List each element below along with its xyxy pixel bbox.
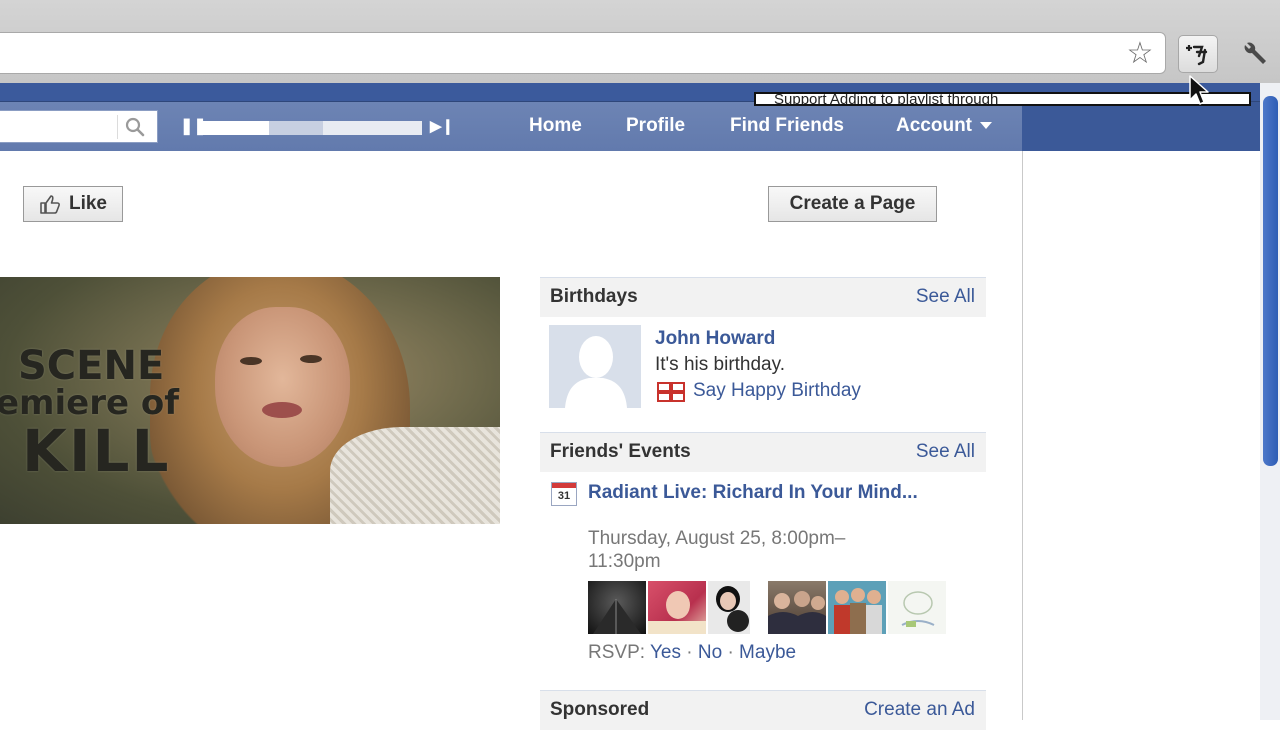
browser-toolbar: ☆ [0, 0, 1280, 84]
event-attendee-photo[interactable] [648, 581, 706, 634]
avatar[interactable] [549, 325, 641, 408]
rsvp-separator: · [686, 642, 693, 663]
scrollbar-thumb[interactable] [1263, 96, 1278, 466]
events-header: Friends' Events See All [540, 432, 986, 472]
nav-home[interactable]: Home [529, 113, 582, 139]
rsvp-label: RSVP: [588, 642, 646, 663]
thumbs-up-icon [40, 195, 60, 214]
default-avatar-silhouette-icon [549, 325, 641, 408]
video-mouth [262, 402, 302, 418]
progress-fill [202, 121, 269, 135]
event-attendee-photo[interactable] [828, 581, 886, 634]
pause-icon[interactable]: ❚❚ [180, 119, 207, 135]
search-input[interactable] [0, 110, 158, 143]
video-overlay-line-3: KILL [22, 417, 171, 485]
video-eye-left [240, 357, 262, 365]
event-title-link[interactable]: Radiant Live: Richard In Your Mind... [588, 481, 918, 504]
wrench-icon[interactable] [1234, 36, 1274, 72]
event-attendee-photo[interactable] [888, 581, 946, 634]
add-to-playlist-extension-icon[interactable] [1178, 35, 1218, 73]
search-divider [117, 115, 118, 139]
like-label: Like [68, 193, 108, 214]
event-attendee-photo[interactable] [708, 581, 750, 634]
create-an-ad-link[interactable]: Create an Ad [864, 699, 975, 721]
event-time: Thursday, August 25, 8:00pm–11:30pm [588, 528, 846, 572]
progress-remaining [268, 121, 323, 135]
rsvp-no-link[interactable]: No [698, 642, 722, 663]
playback-progress-bar[interactable] [202, 121, 422, 135]
calendar-day: 31 [557, 490, 571, 502]
video-thumbnail[interactable]: SCENE emiere of KILL [0, 277, 500, 524]
nav-account[interactable]: Account [896, 113, 992, 139]
birthdays-see-all-link[interactable]: See All [916, 286, 975, 308]
gift-icon [657, 382, 685, 402]
nav-profile[interactable]: Profile [626, 113, 685, 139]
sponsored-header: Sponsored Create an Ad [540, 690, 986, 730]
mouse-cursor-icon [1189, 75, 1209, 105]
birthdays-title: Birthdays [550, 286, 638, 307]
right-rail-divider [1022, 151, 1023, 720]
rsvp-separator: · [727, 642, 734, 663]
events-title: Friends' Events [550, 441, 691, 462]
like-button[interactable]: Like [23, 186, 123, 222]
video-subject-face [215, 307, 350, 467]
nav-account-label: Account [896, 115, 972, 136]
bookmark-star-icon[interactable]: ☆ [1123, 37, 1157, 71]
skip-next-icon[interactable]: ▶❙ [430, 118, 454, 136]
rsvp-maybe-link[interactable]: Maybe [739, 642, 796, 663]
create-page-label: Create a Page [789, 193, 916, 214]
birthday-message: It's his birthday. [655, 354, 785, 375]
video-lace-top [330, 427, 500, 524]
extension-tooltip: Support Adding to playlist through [754, 92, 1251, 106]
calendar-icon: 31 [551, 482, 577, 506]
events-see-all-link[interactable]: See All [916, 441, 975, 463]
search-icon[interactable] [124, 117, 146, 137]
address-bar[interactable] [0, 32, 1166, 74]
sponsored-title: Sponsored [550, 699, 650, 720]
rsvp-yes-link[interactable]: Yes [650, 642, 681, 663]
tooltip-text: Support Adding to playlist through [774, 92, 999, 106]
event-attendee-photo[interactable] [588, 581, 646, 634]
say-happy-birthday-link[interactable]: Say Happy Birthday [693, 380, 861, 402]
birthday-person-name[interactable]: John Howard [655, 328, 775, 350]
event-attendee-photo[interactable] [768, 581, 826, 634]
birthdays-header: Birthdays See All [540, 277, 986, 317]
rsvp-row: RSVP: Yes · No · Maybe [588, 642, 796, 664]
nav-find-friends[interactable]: Find Friends [730, 113, 844, 139]
create-a-page-button[interactable]: Create a Page [768, 186, 937, 222]
video-eye-right [300, 355, 322, 363]
caret-down-icon [980, 122, 992, 130]
